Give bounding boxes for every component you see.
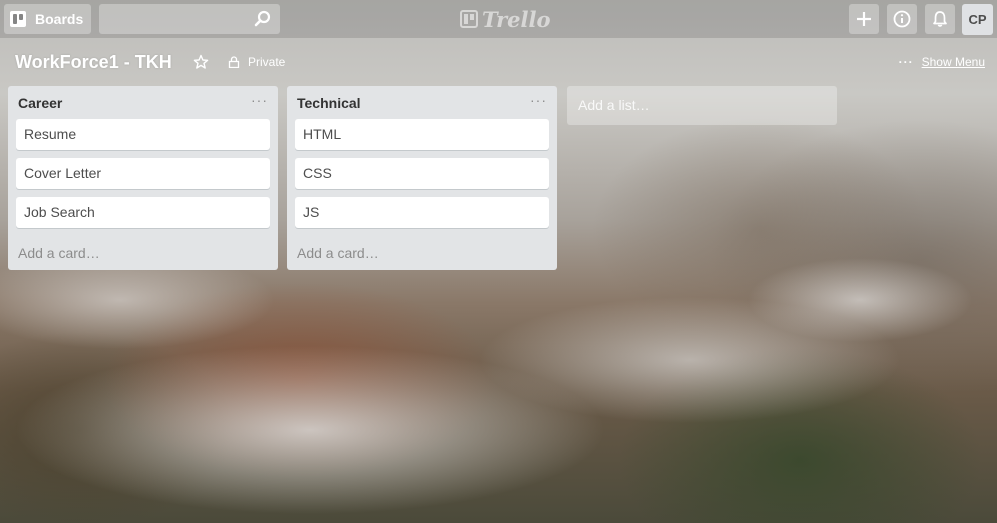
boards-button-label: Boards	[35, 11, 84, 27]
list-title[interactable]: Career	[18, 95, 62, 111]
add-button[interactable]	[849, 4, 879, 34]
notifications-button[interactable]	[925, 4, 955, 34]
show-menu-label: Show Menu	[921, 55, 985, 69]
visibility-toggle[interactable]: Private	[228, 55, 285, 69]
show-menu-button[interactable]: ··· Show Menu	[899, 55, 985, 69]
add-card-button[interactable]: Add a card…	[297, 245, 379, 261]
trello-logo[interactable]: Trello	[460, 6, 551, 32]
card[interactable]: JS	[295, 197, 549, 228]
trello-logo-icon	[460, 10, 478, 28]
boards-icon	[10, 11, 26, 27]
card[interactable]: Cover Letter	[16, 158, 270, 189]
card[interactable]: Job Search	[16, 197, 270, 228]
more-icon: ···	[898, 55, 914, 69]
plus-icon	[857, 12, 871, 26]
add-card-button[interactable]: Add a card…	[18, 245, 100, 261]
star-icon[interactable]	[193, 54, 209, 70]
search-icon[interactable]	[254, 10, 272, 28]
visibility-label: Private	[248, 55, 286, 69]
list-menu-icon[interactable]: ···	[251, 92, 268, 108]
list-technical: Technical ··· HTML CSS JS Add a card…	[287, 86, 557, 270]
lock-icon	[228, 56, 240, 68]
info-icon	[893, 10, 911, 28]
top-header: Boards Trello CP	[0, 0, 997, 38]
avatar[interactable]: CP	[962, 4, 993, 35]
bell-icon	[933, 11, 947, 27]
list-title[interactable]: Technical	[297, 95, 361, 111]
list-menu-icon[interactable]: ···	[530, 92, 547, 108]
info-button[interactable]	[887, 4, 917, 34]
board-title[interactable]: WorkForce1 - TKH	[15, 52, 172, 73]
avatar-initials: CP	[968, 12, 987, 27]
card[interactable]: Resume	[16, 119, 270, 150]
search-input[interactable]	[99, 4, 280, 34]
list-career: Career ··· Resume Cover Letter Job Searc…	[8, 86, 278, 270]
add-list-button[interactable]: Add a list…	[567, 86, 837, 125]
trello-logo-text: Trello	[482, 6, 551, 32]
card[interactable]: HTML	[295, 119, 549, 150]
card[interactable]: CSS	[295, 158, 549, 189]
boards-button[interactable]: Boards	[4, 4, 91, 34]
